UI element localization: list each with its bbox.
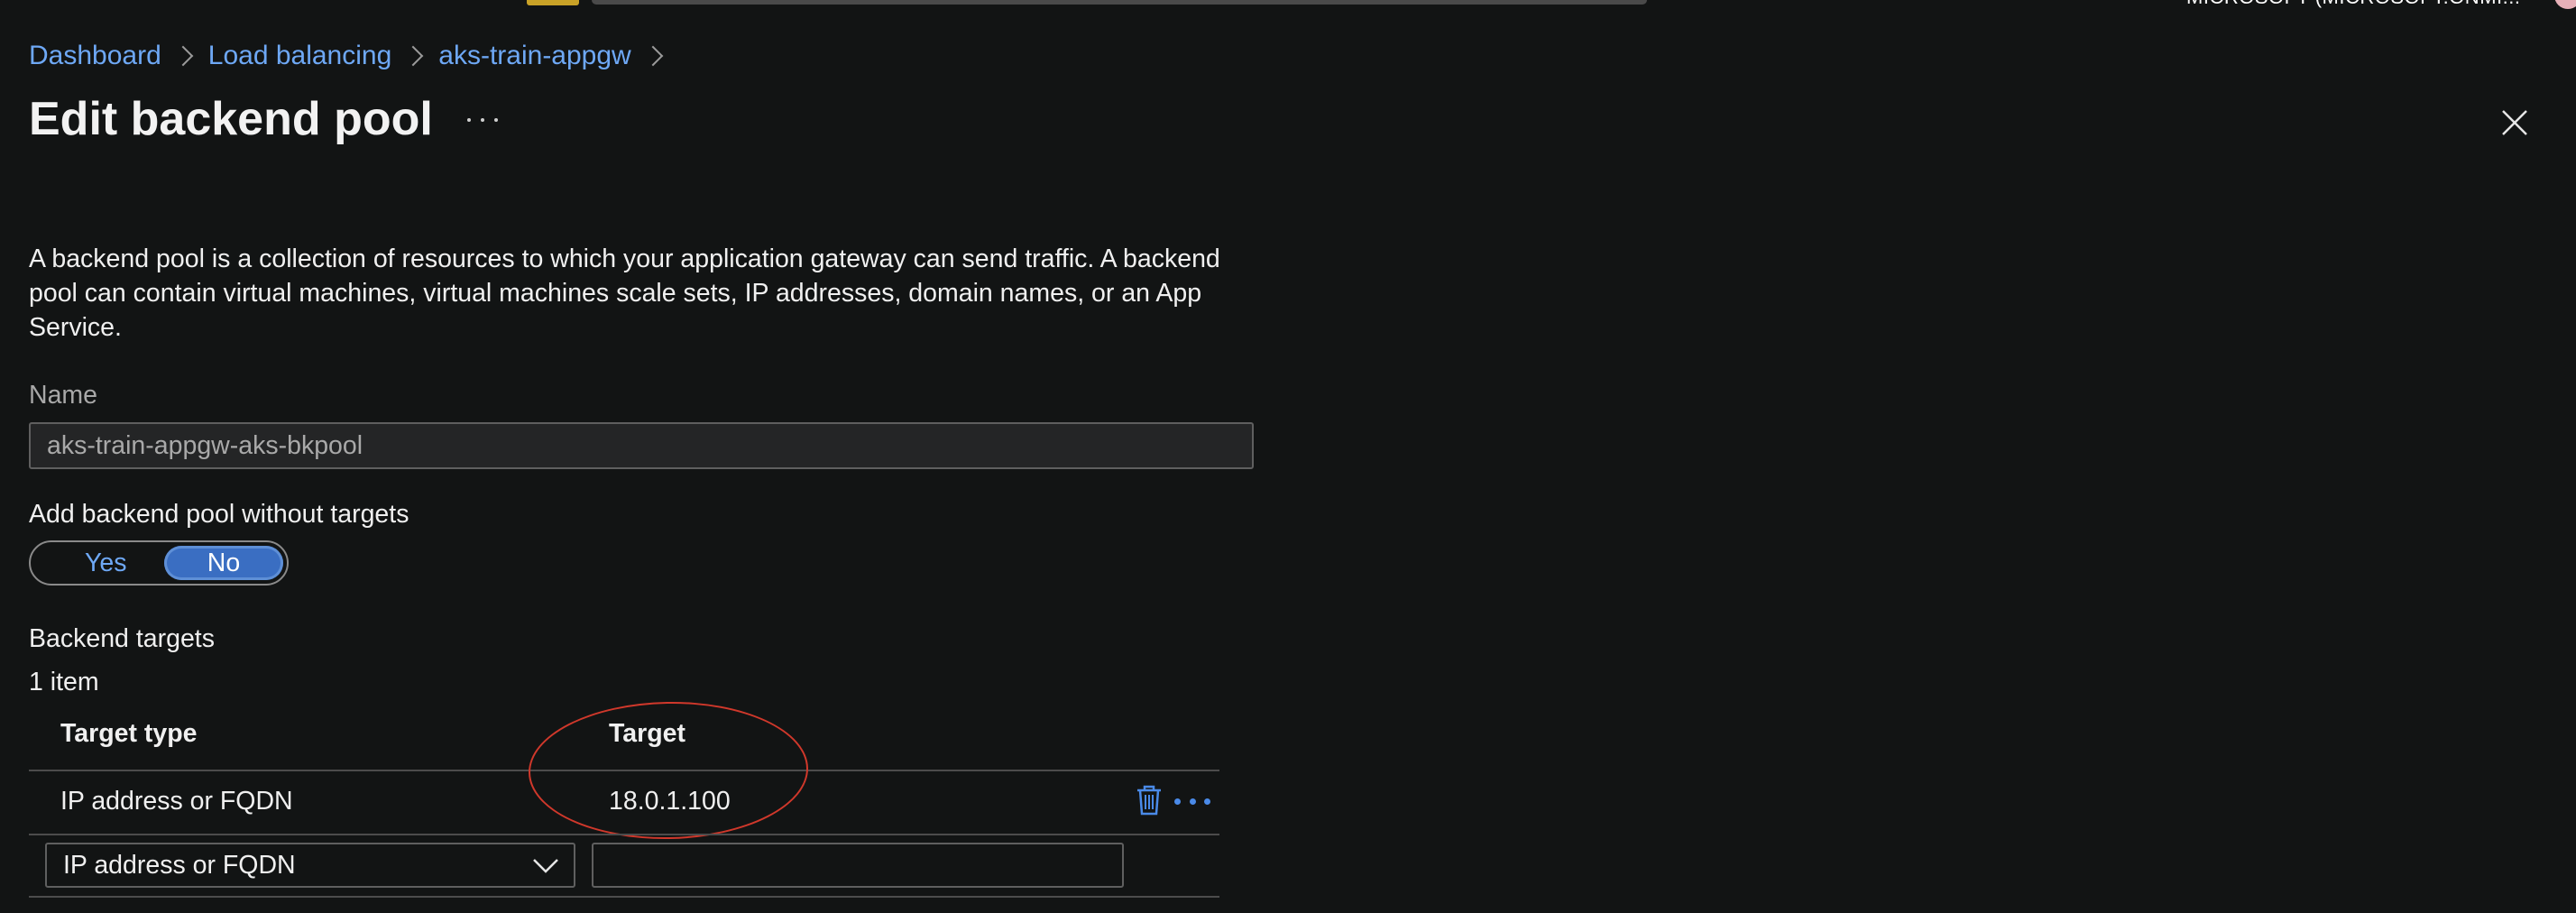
row-target-type: IP address or FQDN [60, 787, 293, 816]
chevron-right-icon [172, 45, 194, 67]
top-badge [527, 0, 579, 5]
chevron-right-icon [642, 45, 664, 67]
chevron-down-icon [533, 859, 558, 873]
close-icon [2502, 110, 2527, 135]
avatar[interactable] [2554, 0, 2576, 9]
close-button[interactable] [2500, 108, 2529, 137]
name-label: Name [29, 381, 98, 410]
page-title: Edit backend pool [29, 93, 433, 145]
divider [29, 834, 1219, 835]
global-search-box[interactable] [592, 0, 1647, 5]
row-target-value: 18.0.1.100 [609, 787, 731, 816]
column-header-target-type[interactable]: Target type [60, 719, 198, 749]
item-count: 1 item [29, 668, 99, 696]
divider [29, 770, 1219, 771]
more-horizontal-icon [467, 118, 471, 122]
without-targets-label: Add backend pool without targets [29, 500, 409, 529]
chevron-right-icon [402, 45, 424, 67]
target-input[interactable] [592, 843, 1124, 888]
account-name[interactable]: MICROSOFT (MICROSOFT.ONMI... [2186, 0, 2520, 11]
trash-icon [1137, 785, 1161, 816]
breadcrumb-dashboard[interactable]: Dashboard [29, 41, 161, 71]
column-header-target[interactable]: Target [609, 719, 685, 749]
toggle-yes-option[interactable]: Yes [40, 546, 184, 580]
name-field[interactable] [29, 422, 1254, 469]
backend-targets-title: Backend targets [29, 624, 215, 653]
row-more-button[interactable] [1174, 790, 1210, 812]
toggle-no-option[interactable]: No [164, 546, 283, 580]
breadcrumb-aks-train-appgw[interactable]: aks-train-appgw [438, 41, 630, 71]
pool-description: A backend pool is a collection of resour… [29, 244, 1220, 342]
breadcrumb: Dashboard Load balancing aks-train-appgw [29, 36, 678, 76]
divider [29, 896, 1219, 898]
target-type-dropdown-value: IP address or FQDN [63, 851, 296, 880]
without-targets-toggle: Yes No [29, 540, 289, 586]
top-bar: MICROSOFT (MICROSOFT.ONMI... [0, 0, 2576, 20]
more-options-button[interactable] [467, 106, 498, 134]
delete-row-button[interactable] [1136, 785, 1162, 816]
target-type-dropdown[interactable]: IP address or FQDN [45, 843, 575, 888]
more-horizontal-icon [1174, 798, 1181, 805]
breadcrumb-load-balancing[interactable]: Load balancing [208, 41, 392, 71]
